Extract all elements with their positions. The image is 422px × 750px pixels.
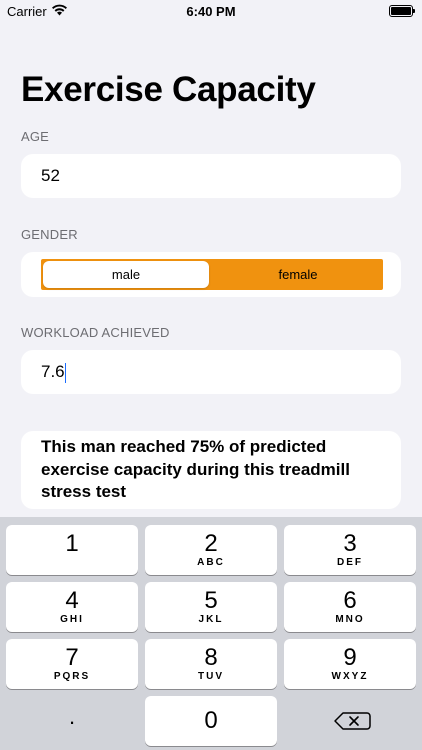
workload-value: 7.6 xyxy=(41,362,65,381)
result-card: This man reached 75% of predicted exerci… xyxy=(21,431,401,509)
age-value: 52 xyxy=(41,166,60,185)
backspace-icon xyxy=(334,712,371,730)
age-label: AGE xyxy=(21,129,50,144)
status-bar: Carrier 6:40 PM xyxy=(0,0,422,24)
text-cursor xyxy=(64,362,67,383)
gender-card: male female xyxy=(21,252,401,297)
numeric-keypad: 1 2 ABC 3 DEF 4 GHI 5 JKL 6 MNO 7 PQRS 8… xyxy=(0,517,422,750)
age-field[interactable]: 52 xyxy=(21,154,401,198)
gender-segmented-control[interactable]: male female xyxy=(41,259,383,290)
delete-key[interactable] xyxy=(284,696,416,746)
key-8[interactable]: 8 TUV xyxy=(145,639,277,689)
key-5[interactable]: 5 JKL xyxy=(145,582,277,632)
key-4[interactable]: 4 GHI xyxy=(6,582,138,632)
key-9[interactable]: 9 WXYZ xyxy=(284,639,416,689)
segment-male[interactable]: male xyxy=(43,261,209,288)
key-6[interactable]: 6 MNO xyxy=(284,582,416,632)
result-text: This man reached 75% of predicted exerci… xyxy=(41,437,350,501)
page-title: Exercise Capacity xyxy=(21,70,316,109)
workload-label: WORKLOAD ACHIEVED xyxy=(21,325,170,340)
segment-female[interactable]: female xyxy=(215,261,381,288)
battery-icon xyxy=(389,5,415,17)
status-time: 6:40 PM xyxy=(186,4,236,19)
key-2[interactable]: 2 ABC xyxy=(145,525,277,575)
key-0[interactable]: 0 xyxy=(145,696,277,746)
key-decimal[interactable]: . xyxy=(6,696,138,746)
key-1[interactable]: 1 xyxy=(6,525,138,575)
workload-field[interactable]: 7.6 xyxy=(21,350,401,394)
gender-label: GENDER xyxy=(21,227,78,242)
key-3[interactable]: 3 DEF xyxy=(284,525,416,575)
key-7[interactable]: 7 PQRS xyxy=(6,639,138,689)
